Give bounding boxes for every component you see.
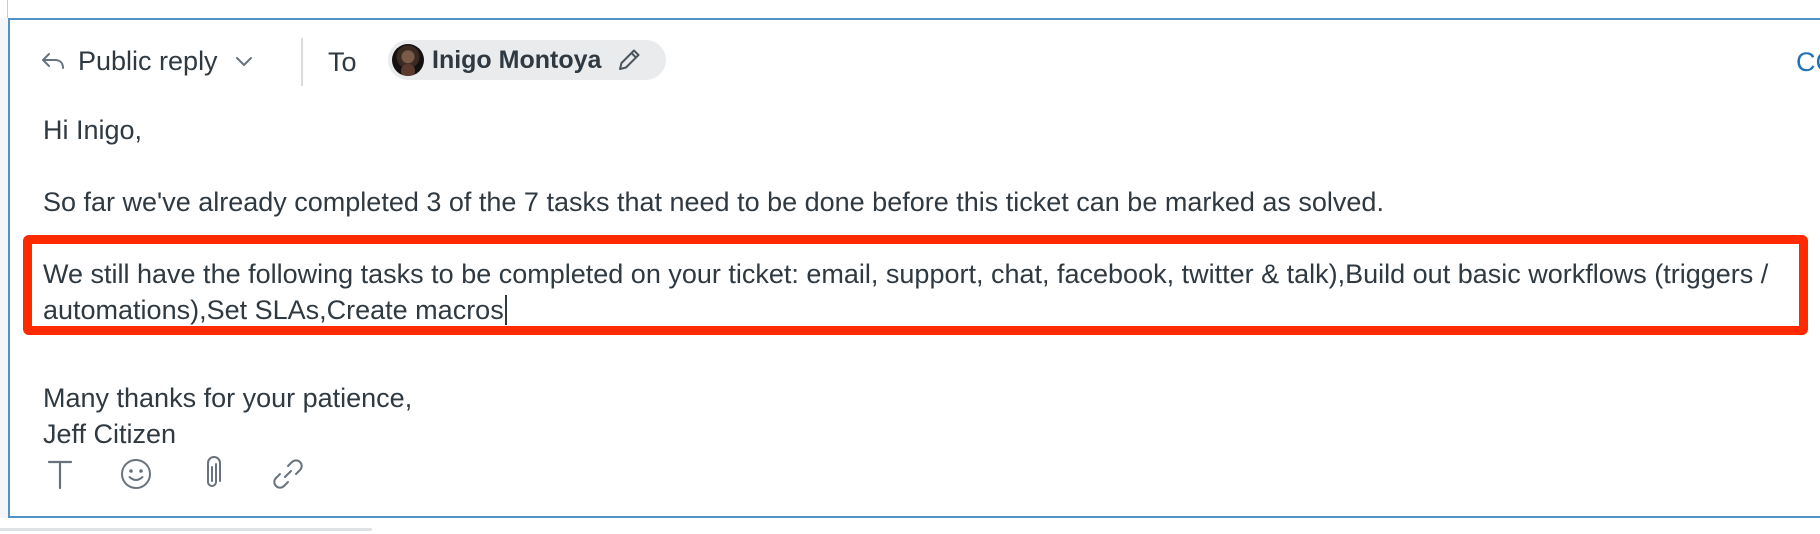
ticket-panel: Public reply To Inigo Montoya CC Hi Inig… (0, 0, 1820, 534)
text-format-button[interactable] (40, 454, 80, 494)
previous-section-edge (0, 0, 1820, 18)
remaining-tasks-text: We still have the following tasks to be … (43, 259, 1769, 325)
reply-arrow-icon (42, 53, 64, 69)
composer-header: Public reply To Inigo Montoya CC (10, 20, 1820, 100)
pencil-edit-icon[interactable] (615, 46, 643, 74)
message-signature[interactable]: Jeff Citizen (43, 416, 176, 452)
attachment-icon (207, 456, 221, 487)
recipient-name: Inigo Montoya (432, 45, 602, 74)
emoji-button[interactable] (116, 454, 156, 494)
message-remaining-tasks[interactable]: We still have the following tasks to be … (43, 256, 1803, 328)
message-closing[interactable]: Many thanks for your patience, (43, 380, 412, 416)
avatar (392, 44, 424, 76)
to-label: To (328, 47, 357, 77)
attachment-button[interactable] (192, 454, 232, 494)
link-button[interactable] (268, 454, 308, 494)
panel-border-line (7, 0, 8, 18)
recipient-pill[interactable]: Inigo Montoya (388, 40, 666, 80)
header-divider (301, 38, 303, 86)
text-cursor (504, 295, 507, 325)
reply-type-label: Public reply (78, 45, 218, 76)
chevron-down-icon (235, 57, 252, 66)
composer-toolbar (40, 450, 308, 498)
emoji-icon (121, 459, 151, 489)
message-greeting[interactable]: Hi Inigo, (43, 112, 142, 148)
reply-type-dropdown[interactable]: Public reply (40, 44, 254, 78)
link-icon (273, 459, 303, 489)
text-format-icon (47, 460, 73, 490)
resize-edge (0, 528, 372, 531)
message-progress-line[interactable]: So far we've already completed 3 of the … (43, 184, 1384, 220)
composer-footer-edge (0, 518, 1820, 534)
reply-composer[interactable]: Public reply To Inigo Montoya CC Hi Inig… (8, 18, 1820, 518)
cc-link[interactable]: CC (1796, 47, 1820, 78)
